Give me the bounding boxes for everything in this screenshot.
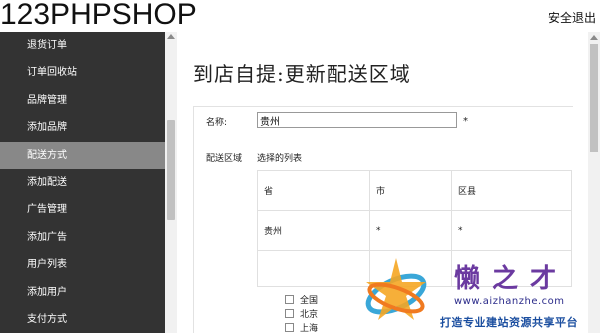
sidebar-item-add-user[interactable]: 添加用户 (0, 279, 165, 306)
selected-list-label: 选择的列表 (257, 154, 303, 164)
scroll-up-arrow-icon[interactable] (590, 35, 598, 40)
checkbox-label: 全国 (300, 295, 319, 306)
sidebar-item-add-shipping[interactable]: 添加配送 (0, 169, 165, 196)
table-header-row: 省 市 区县 (257, 170, 572, 211)
watermark-url: www.aizhanzhe.com (454, 296, 565, 307)
sidebar-scroll-thumb[interactable] (167, 120, 175, 220)
list-item: 全国 (285, 292, 318, 306)
column-header-district: 区县 (451, 170, 572, 211)
checkbox-label: 上海 (300, 323, 319, 333)
sidebar-item-order-recycle-bin[interactable]: 订单回收站 (0, 59, 165, 86)
sidebar-item-user-list[interactable]: 用户列表 (0, 251, 165, 278)
column-header-province: 省 (257, 170, 370, 211)
required-mark: * (463, 116, 468, 127)
name-label: 名称: (206, 118, 228, 128)
list-item: 北京 (285, 306, 318, 320)
column-header-city: 市 (369, 170, 452, 211)
sidebar-nav: 退货订单 订单回收站 品牌管理 添加品牌 配送方式 添加配送 广告管理 添加广告… (0, 32, 165, 333)
name-input[interactable] (257, 112, 457, 128)
cell-province: 贵州 (257, 210, 370, 251)
table-row: 贵州 * * (257, 210, 572, 251)
cell-city: * (369, 210, 452, 251)
app-window: 123PHPSHOP 安全退出 退货订单 订单回收站 品牌管理 添加品牌 配送方… (0, 0, 600, 333)
region-label: 配送区域 (206, 154, 243, 164)
sidebar-item-brand-management[interactable]: 品牌管理 (0, 87, 165, 114)
main-scroll-thumb[interactable] (590, 44, 598, 152)
logout-link[interactable]: 安全退出 (548, 9, 596, 26)
top-header: 123PHPSHOP 安全退出 (0, 0, 600, 32)
checkbox-nationwide[interactable] (285, 294, 294, 304)
sidebar-item-add-ad[interactable]: 添加广告 (0, 224, 165, 251)
watermark: 懒之才 www.aizhanzhe.com 打造专业建站资源共享平台 (362, 252, 592, 330)
sidebar-scrollbar[interactable] (165, 32, 177, 333)
sidebar-item-add-brand[interactable]: 添加品牌 (0, 114, 165, 141)
checkbox-shanghai[interactable] (285, 322, 294, 332)
star-logo-icon (365, 258, 427, 320)
checkbox-label: 北京 (300, 309, 319, 320)
list-item: 上海 (285, 320, 318, 333)
watermark-title: 懒之才 (454, 264, 569, 294)
sidebar-item-ad-management[interactable]: 广告管理 (0, 196, 165, 223)
sidebar-item-payment-methods[interactable]: 支付方式 (0, 306, 165, 333)
page-title: 到店自提:更新配送区域 (193, 62, 411, 86)
scroll-up-arrow-icon[interactable] (167, 34, 175, 39)
sidebar-item-return-orders[interactable]: 退货订单 (0, 32, 165, 59)
site-logo[interactable]: 123PHPSHOP (0, 0, 197, 32)
sidebar-item-shipping-methods[interactable]: 配送方式 (0, 141, 165, 169)
region-checklist: 全国 北京 上海 (285, 292, 318, 333)
watermark-slogan: 打造专业建站资源共享平台 (440, 316, 578, 329)
checkbox-beijing[interactable] (285, 308, 294, 318)
cell-district: * (451, 210, 572, 251)
